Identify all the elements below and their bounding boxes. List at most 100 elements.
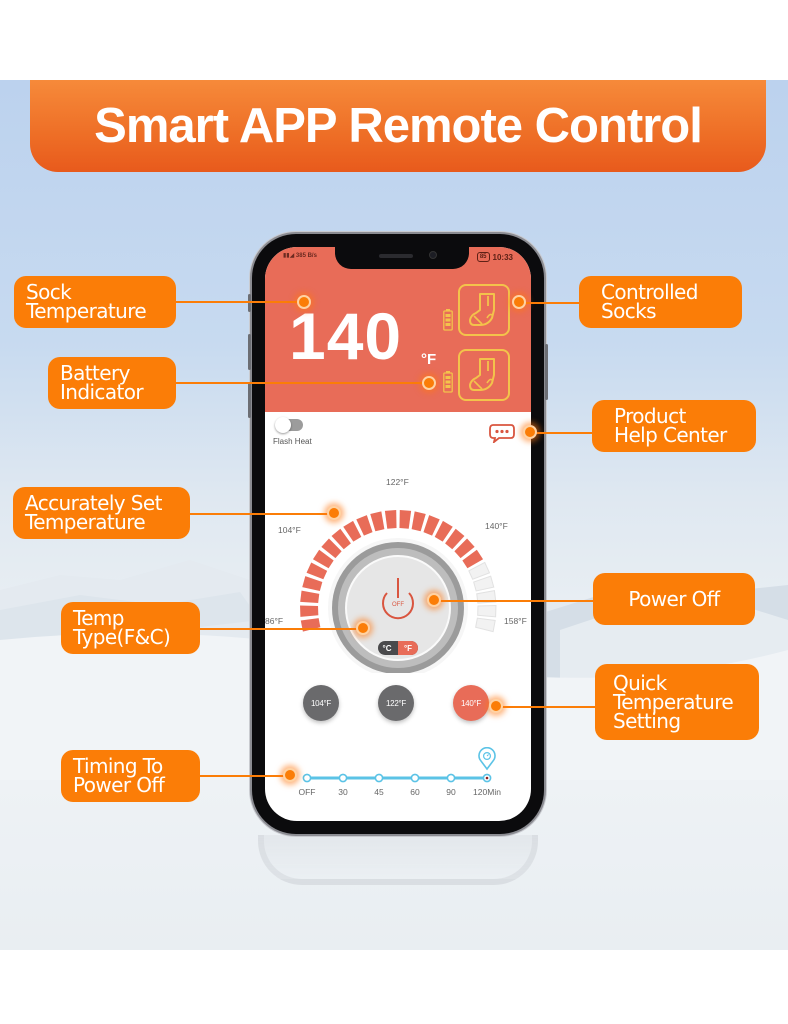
connector-line: [496, 706, 596, 708]
power-button: [545, 344, 548, 400]
connector-dot: [512, 295, 526, 309]
connector-dot: [327, 506, 341, 520]
temperature-unit: °F: [421, 351, 437, 368]
gauge-segment-filled[interactable]: [384, 510, 397, 529]
callout-text: Socks: [601, 299, 657, 323]
connector-dot: [523, 425, 537, 439]
callout-temp-type: Temp Type(F&C): [61, 602, 200, 654]
callout-text: Indicator: [60, 380, 144, 404]
gauge-segment-empty[interactable]: [473, 575, 495, 592]
gauge-segment-filled[interactable]: [300, 605, 319, 617]
connector-dot: [489, 699, 503, 713]
power-off-label: OFF: [392, 602, 404, 608]
timer-option-node[interactable]: [374, 773, 384, 783]
sock-icon: [469, 293, 495, 326]
callout-text: Temperature: [25, 510, 146, 534]
callout-quick-temperature-setting: Quick Temperature Setting: [595, 664, 759, 740]
battery-icon: [443, 371, 453, 393]
gauge-segment-filled[interactable]: [399, 510, 412, 529]
callout-timing-power-off: Timing To Power Off: [61, 750, 200, 802]
app-screen: ▮▮◢ 385 B/s 85 10:33 140 °F Flash Heat O…: [265, 247, 531, 821]
volume-down-button: [248, 382, 251, 418]
network-speed: 385 B/s: [295, 253, 317, 259]
gauge-label-158: 158°F: [504, 616, 527, 626]
connector-line: [530, 432, 592, 434]
connector-line: [190, 513, 334, 515]
battery-icon: [443, 309, 453, 331]
connector-line: [200, 775, 289, 777]
timer-option-label[interactable]: 30: [338, 787, 347, 797]
status-bar-right: 85 10:33: [476, 252, 513, 262]
flash-heat-toggle[interactable]: [275, 417, 303, 433]
gauge-dial[interactable]: OFF °C °F: [265, 473, 531, 678]
flash-heat-label: Flash Heat: [273, 437, 312, 446]
page-title: Smart APP Remote Control: [94, 99, 703, 153]
gauge-segment-filled[interactable]: [300, 590, 320, 604]
connector-line: [519, 302, 580, 304]
timer-pin-icon[interactable]: [478, 747, 496, 771]
clock: 10:33: [492, 252, 513, 262]
timer-option-node[interactable]: [446, 773, 456, 783]
temperature-panel: ▮▮◢ 385 B/s 85 10:33 140 °F: [265, 247, 531, 412]
celsius-option[interactable]: °C: [383, 644, 392, 653]
connector-line: [176, 382, 428, 384]
timer-option-node[interactable]: [410, 773, 420, 783]
mute-switch: [248, 294, 251, 312]
gauge-segment-empty[interactable]: [477, 605, 497, 618]
gauge-segment-filled[interactable]: [411, 511, 426, 532]
callout-text: Type(F&C): [73, 625, 171, 649]
front-camera: [429, 251, 437, 259]
unit-toggle[interactable]: °C °F: [378, 641, 418, 655]
quick-temp-104-button[interactable]: 104°F: [303, 685, 339, 721]
power-off-timer-slider[interactable]: [265, 747, 531, 807]
phone-notch: [335, 247, 469, 269]
callout-sock-temperature: Sock Temperature: [14, 276, 176, 328]
status-bar-left: ▮▮◢ 385 B/s: [283, 252, 317, 259]
timer-option-label[interactable]: 120Min: [473, 787, 501, 797]
connector-dot: [283, 768, 297, 782]
phone-reflection: [258, 835, 538, 885]
timer-option-label[interactable]: 45: [374, 787, 383, 797]
gauge-segment-filled[interactable]: [302, 576, 323, 591]
connector-line: [434, 600, 594, 602]
timer-option-node[interactable]: [302, 773, 312, 783]
callout-text: Temperature: [26, 299, 147, 323]
callout-accurately-set-temperature: Accurately Set Temperature: [13, 487, 190, 539]
signal-icon: ▮▮◢: [283, 253, 295, 259]
fahrenheit-option[interactable]: °F: [404, 644, 412, 653]
connector-dot: [427, 593, 441, 607]
sock-selector-left[interactable]: [458, 284, 510, 336]
callout-text: Setting: [613, 708, 681, 733]
gauge-label-122: 122°F: [386, 477, 409, 487]
timer-selected-marker: [485, 776, 489, 780]
callout-text: Help Center: [614, 423, 727, 447]
gauge-label-104: 104°F: [278, 525, 301, 535]
sock-icon: [469, 358, 495, 391]
sock-selector-right[interactable]: [458, 349, 510, 401]
quick-temp-140-button[interactable]: 140°F: [453, 685, 489, 721]
callout-battery-indicator: Battery Indicator: [48, 357, 176, 409]
connector-line: [176, 301, 304, 303]
help-center-chat-icon[interactable]: [489, 423, 515, 443]
timer-option-label[interactable]: 90: [446, 787, 455, 797]
gauge-segment-empty[interactable]: [475, 617, 496, 633]
speaker-grille: [379, 254, 413, 258]
volume-up-button: [248, 334, 251, 370]
connector-dot: [356, 621, 370, 635]
battery-status-icon: 85: [476, 252, 490, 262]
toggle-knob: [275, 417, 291, 433]
callout-power-off: Power Off: [593, 573, 755, 625]
callout-controlled-socks: Controlled Socks: [579, 276, 742, 328]
temperature-gauge[interactable]: OFF °C °F 122°F 104°F 140°F 86°F 158°F: [265, 473, 531, 678]
quick-temp-122-button[interactable]: 122°F: [378, 685, 414, 721]
timer-option-node[interactable]: [338, 773, 348, 783]
connector-line: [200, 628, 364, 630]
timer-option-label[interactable]: 60: [410, 787, 419, 797]
connector-dot: [422, 376, 436, 390]
timer-option-label[interactable]: OFF: [299, 787, 316, 797]
gauge-segment-filled[interactable]: [370, 511, 385, 532]
title-banner: Smart APP Remote Control: [30, 80, 766, 172]
callout-product-help-center: Product Help Center: [592, 400, 756, 452]
gauge-label-140: 140°F: [485, 521, 508, 531]
callout-text: Power Off: [73, 773, 165, 797]
